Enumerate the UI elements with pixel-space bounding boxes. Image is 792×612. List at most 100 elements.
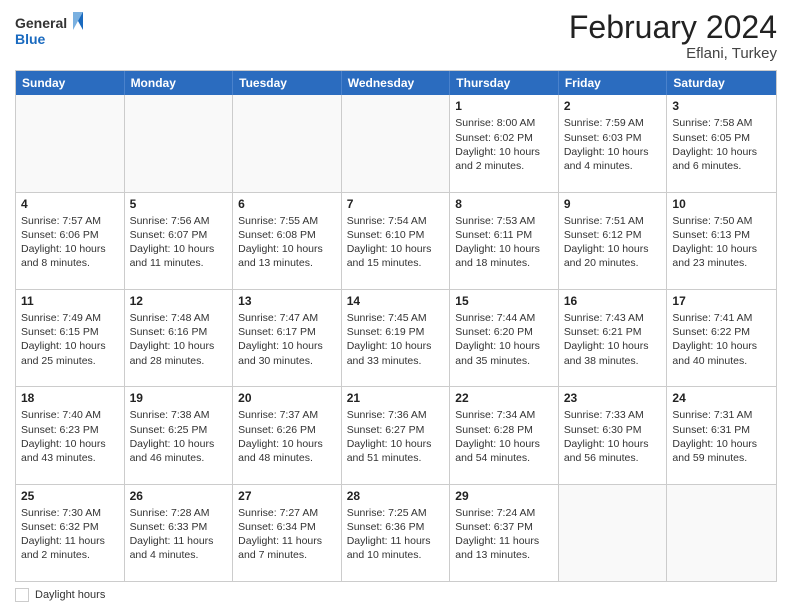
table-row: 9 Sunrise: 7:51 AM Sunset: 6:12 PM Daylig… — [559, 193, 668, 289]
calendar-header-row: SundayMondayTuesdayWednesdayThursdayFrid… — [16, 71, 776, 95]
day-info: Sunrise: 7:41 AM Sunset: 6:22 PM Dayligh… — [672, 312, 757, 367]
day-number: 11 — [21, 293, 119, 309]
table-row: 3 Sunrise: 7:58 AM Sunset: 6:05 PM Daylig… — [667, 95, 776, 191]
calendar-header-cell: Friday — [559, 71, 668, 95]
day-info: Sunrise: 7:25 AM Sunset: 6:36 PM Dayligh… — [347, 507, 431, 562]
day-info: Sunrise: 7:51 AM Sunset: 6:12 PM Dayligh… — [564, 215, 649, 270]
table-row: 8 Sunrise: 7:53 AM Sunset: 6:11 PM Daylig… — [450, 193, 559, 289]
table-row: 26Sunrise: 7:28 AM Sunset: 6:33 PM Dayli… — [125, 485, 234, 581]
title-block: February 2024 Eflani, Turkey — [569, 10, 777, 62]
day-info: Sunrise: 7:59 AM Sunset: 6:03 PM Dayligh… — [564, 117, 649, 172]
day-info: Sunrise: 7:28 AM Sunset: 6:33 PM Dayligh… — [130, 507, 214, 562]
day-info: Sunrise: 7:56 AM Sunset: 6:07 PM Dayligh… — [130, 215, 215, 270]
day-info: Sunrise: 7:47 AM Sunset: 6:17 PM Dayligh… — [238, 312, 323, 367]
day-info: Sunrise: 7:48 AM Sunset: 6:16 PM Dayligh… — [130, 312, 215, 367]
table-row: 1Sunrise: 8:00 AM Sunset: 6:02 PM Daylig… — [450, 95, 559, 191]
day-info: Sunrise: 7:30 AM Sunset: 6:32 PM Dayligh… — [21, 507, 105, 562]
table-row: 23 Sunrise: 7:33 AM Sunset: 6:30 PM Dayli… — [559, 387, 668, 483]
calendar-header-cell: Thursday — [450, 71, 559, 95]
day-number: 9 — [564, 196, 662, 212]
table-row: 12 Sunrise: 7:48 AM Sunset: 6:16 PM Dayli… — [125, 290, 234, 386]
table-row: 17 Sunrise: 7:41 AM Sunset: 6:22 PM Dayli… — [667, 290, 776, 386]
table-row: 22 Sunrise: 7:34 AM Sunset: 6:28 PM Dayli… — [450, 387, 559, 483]
day-number: 29 — [455, 488, 553, 504]
day-number: 10 — [672, 196, 771, 212]
calendar-week: 11 Sunrise: 7:49 AM Sunset: 6:15 PM Dayli… — [16, 289, 776, 386]
table-row: 15 Sunrise: 7:44 AM Sunset: 6:20 PM Dayli… — [450, 290, 559, 386]
day-info: Sunrise: 7:54 AM Sunset: 6:10 PM Dayligh… — [347, 215, 432, 270]
calendar-week: 1Sunrise: 8:00 AM Sunset: 6:02 PM Daylig… — [16, 95, 776, 191]
day-number: 28 — [347, 488, 445, 504]
table-row: 10Sunrise: 7:50 AM Sunset: 6:13 PM Dayli… — [667, 193, 776, 289]
calendar-header-cell: Saturday — [667, 71, 776, 95]
logo: General Blue — [15, 10, 85, 50]
day-info: Sunrise: 7:43 AM Sunset: 6:21 PM Dayligh… — [564, 312, 649, 367]
day-number: 5 — [130, 196, 228, 212]
table-row: 29Sunrise: 7:24 AM Sunset: 6:37 PM Dayli… — [450, 485, 559, 581]
table-row: 28 Sunrise: 7:25 AM Sunset: 6:36 PM Dayli… — [342, 485, 451, 581]
legend-label: Daylight hours — [35, 589, 105, 601]
day-number: 4 — [21, 196, 119, 212]
day-number: 6 — [238, 196, 336, 212]
table-row: 14 Sunrise: 7:45 AM Sunset: 6:19 PM Dayli… — [342, 290, 451, 386]
logo-icon: General Blue — [15, 10, 85, 50]
day-info: Sunrise: 7:45 AM Sunset: 6:19 PM Dayligh… — [347, 312, 432, 367]
day-number: 24 — [672, 390, 771, 406]
table-row: 13 Sunrise: 7:47 AM Sunset: 6:17 PM Dayli… — [233, 290, 342, 386]
calendar-header-cell: Tuesday — [233, 71, 342, 95]
day-number: 21 — [347, 390, 445, 406]
table-row: 24 Sunrise: 7:31 AM Sunset: 6:31 PM Dayli… — [667, 387, 776, 483]
table-row: 20 Sunrise: 7:37 AM Sunset: 6:26 PM Dayli… — [233, 387, 342, 483]
day-number: 20 — [238, 390, 336, 406]
day-info: Sunrise: 7:57 AM Sunset: 6:06 PM Dayligh… — [21, 215, 106, 270]
calendar-header-cell: Monday — [125, 71, 234, 95]
day-number: 1 — [455, 98, 553, 114]
day-info: Sunrise: 7:38 AM Sunset: 6:25 PM Dayligh… — [130, 409, 215, 464]
calendar: SundayMondayTuesdayWednesdayThursdayFrid… — [15, 70, 777, 582]
day-info: Sunrise: 7:37 AM Sunset: 6:26 PM Dayligh… — [238, 409, 323, 464]
table-row — [233, 95, 342, 191]
calendar-header-cell: Sunday — [16, 71, 125, 95]
day-number: 2 — [564, 98, 662, 114]
table-row — [342, 95, 451, 191]
day-number: 15 — [455, 293, 553, 309]
day-info: Sunrise: 7:55 AM Sunset: 6:08 PM Dayligh… — [238, 215, 323, 270]
legend: Daylight hours — [15, 588, 777, 602]
day-number: 8 — [455, 196, 553, 212]
day-number: 14 — [347, 293, 445, 309]
table-row — [559, 485, 668, 581]
day-number: 3 — [672, 98, 771, 114]
day-number: 22 — [455, 390, 553, 406]
table-row: 7Sunrise: 7:54 AM Sunset: 6:10 PM Daylig… — [342, 193, 451, 289]
day-info: Sunrise: 7:44 AM Sunset: 6:20 PM Dayligh… — [455, 312, 540, 367]
calendar-header-cell: Wednesday — [342, 71, 451, 95]
table-row: 11 Sunrise: 7:49 AM Sunset: 6:15 PM Dayli… — [16, 290, 125, 386]
calendar-subtitle: Eflani, Turkey — [569, 45, 777, 62]
day-number: 19 — [130, 390, 228, 406]
day-number: 17 — [672, 293, 771, 309]
table-row: 21Sunrise: 7:36 AM Sunset: 6:27 PM Dayli… — [342, 387, 451, 483]
calendar-week: 25 Sunrise: 7:30 AM Sunset: 6:32 PM Dayli… — [16, 484, 776, 581]
day-info: Sunrise: 7:58 AM Sunset: 6:05 PM Dayligh… — [672, 117, 757, 172]
day-info: Sunrise: 7:31 AM Sunset: 6:31 PM Dayligh… — [672, 409, 757, 464]
day-number: 12 — [130, 293, 228, 309]
calendar-body: 1Sunrise: 8:00 AM Sunset: 6:02 PM Daylig… — [16, 95, 776, 581]
day-number: 25 — [21, 488, 119, 504]
table-row: 2 Sunrise: 7:59 AM Sunset: 6:03 PM Daylig… — [559, 95, 668, 191]
day-number: 27 — [238, 488, 336, 504]
day-info: Sunrise: 7:53 AM Sunset: 6:11 PM Dayligh… — [455, 215, 540, 270]
day-info: Sunrise: 7:33 AM Sunset: 6:30 PM Dayligh… — [564, 409, 649, 464]
table-row: 27Sunrise: 7:27 AM Sunset: 6:34 PM Dayli… — [233, 485, 342, 581]
day-number: 16 — [564, 293, 662, 309]
calendar-title: February 2024 — [569, 10, 777, 45]
table-row: 5 Sunrise: 7:56 AM Sunset: 6:07 PM Daylig… — [125, 193, 234, 289]
day-info: Sunrise: 7:49 AM Sunset: 6:15 PM Dayligh… — [21, 312, 106, 367]
svg-text:General: General — [15, 15, 67, 31]
table-row — [667, 485, 776, 581]
day-info: Sunrise: 7:34 AM Sunset: 6:28 PM Dayligh… — [455, 409, 540, 464]
table-row: 16 Sunrise: 7:43 AM Sunset: 6:21 PM Dayli… — [559, 290, 668, 386]
header: General Blue February 2024 Eflani, Turke… — [15, 10, 777, 62]
day-number: 13 — [238, 293, 336, 309]
day-number: 23 — [564, 390, 662, 406]
svg-text:Blue: Blue — [15, 31, 46, 47]
